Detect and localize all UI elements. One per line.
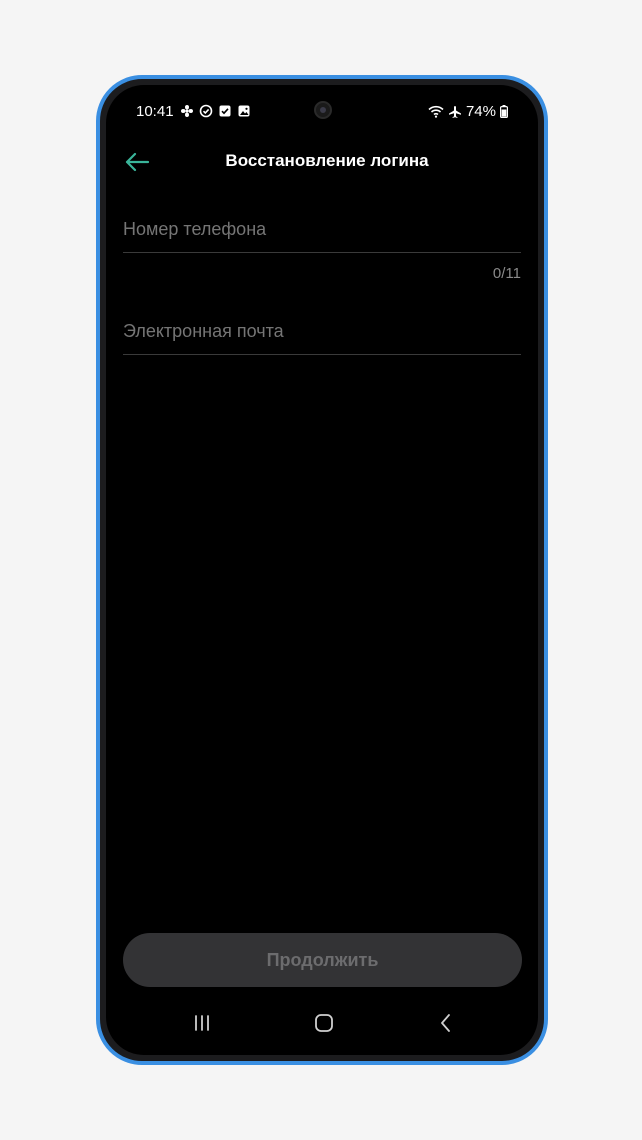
image-icon — [237, 104, 251, 118]
phone-field-group: 0/11 — [123, 213, 521, 282]
wifi-icon — [428, 105, 444, 118]
checkbox-icon — [218, 104, 232, 118]
device-frame: 10:41 74% Восстановление логина Номер те… — [96, 75, 548, 1065]
recent-apps-icon — [195, 1015, 209, 1031]
battery-level: 74% — [465, 103, 496, 120]
email-input[interactable] — [123, 315, 521, 354]
airplane-icon — [448, 105, 462, 119]
status-bar: 10:41 74% — [106, 85, 538, 131]
email-field-group — [123, 315, 521, 355]
recent-apps-button[interactable] — [188, 1011, 216, 1035]
home-icon — [315, 1014, 333, 1032]
status-time: 10:41 — [136, 103, 174, 120]
sync-icon — [199, 104, 213, 118]
app-bar: Восстановление логина — [106, 139, 538, 183]
status-right: 74% — [428, 103, 508, 120]
system-nav-bar — [106, 995, 538, 1055]
chevron-left-icon — [441, 1014, 450, 1032]
phone-char-counter: 0/11 — [492, 265, 521, 282]
system-back-button[interactable] — [432, 1011, 460, 1035]
phone-underline — [123, 252, 521, 253]
fan-icon — [180, 104, 194, 118]
continue-button[interactable]: Продолжить — [123, 933, 522, 987]
home-button[interactable] — [310, 1011, 338, 1035]
front-camera — [314, 101, 332, 119]
email-underline — [123, 354, 521, 355]
phone-input[interactable] — [123, 213, 521, 252]
battery-icon — [500, 105, 508, 118]
page-title: Восстановление логина — [225, 151, 429, 170]
notification-icons — [180, 104, 251, 118]
phone-screen: 10:41 74% Восстановление логина Номер те… — [106, 85, 538, 1055]
